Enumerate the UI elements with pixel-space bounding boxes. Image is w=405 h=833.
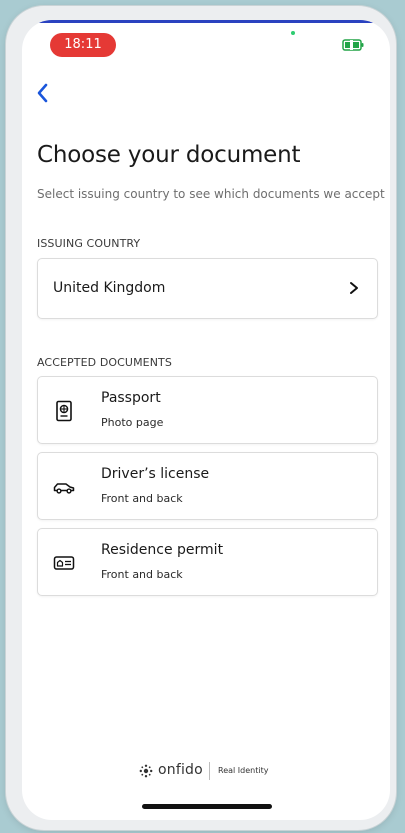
onfido-logo-icon — [139, 764, 153, 778]
id-card-icon — [53, 556, 75, 570]
page-title: Choose your document — [37, 142, 301, 168]
document-subtitle: Front and back — [101, 568, 183, 581]
passport-icon — [56, 400, 72, 422]
top-accent-line — [38, 20, 374, 23]
car-icon — [53, 483, 75, 494]
footer-brand: onfido — [158, 762, 203, 778]
status-time: 18:11 — [50, 33, 116, 57]
document-option-passport[interactable]: Passport Photo page — [37, 376, 378, 444]
document-option-drivers-license[interactable]: Driver’s license Front and back — [37, 452, 378, 520]
footer-tagline: Real Identity — [218, 766, 269, 775]
document-title: Residence permit — [101, 542, 224, 558]
accepted-documents-label: ACCEPTED DOCUMENTS — [37, 356, 172, 369]
document-option-residence-permit[interactable]: Residence permit Front and back — [37, 528, 378, 596]
battery-icon — [342, 39, 364, 51]
chevron-right-icon — [350, 282, 358, 294]
issuing-country-selector[interactable]: United Kingdom — [37, 258, 378, 319]
document-title: Passport — [101, 390, 161, 406]
document-subtitle: Photo page — [101, 416, 164, 429]
home-indicator[interactable] — [142, 804, 272, 809]
document-subtitle: Front and back — [101, 492, 183, 505]
country-name: United Kingdom — [53, 280, 166, 296]
app-screen: 18:11 Choose your document Select issuin… — [22, 20, 390, 820]
issuing-country-label: ISSUING COUNTRY — [37, 237, 141, 250]
footer-divider — [209, 762, 210, 780]
page-subtitle: Select issuing country to see which docu… — [37, 187, 385, 201]
back-button[interactable] — [32, 78, 62, 108]
camera-indicator-dot — [291, 31, 295, 35]
footer-branding: onfido Real Identity — [22, 762, 390, 782]
chevron-left-icon — [37, 83, 48, 103]
document-title: Driver’s license — [101, 466, 210, 482]
